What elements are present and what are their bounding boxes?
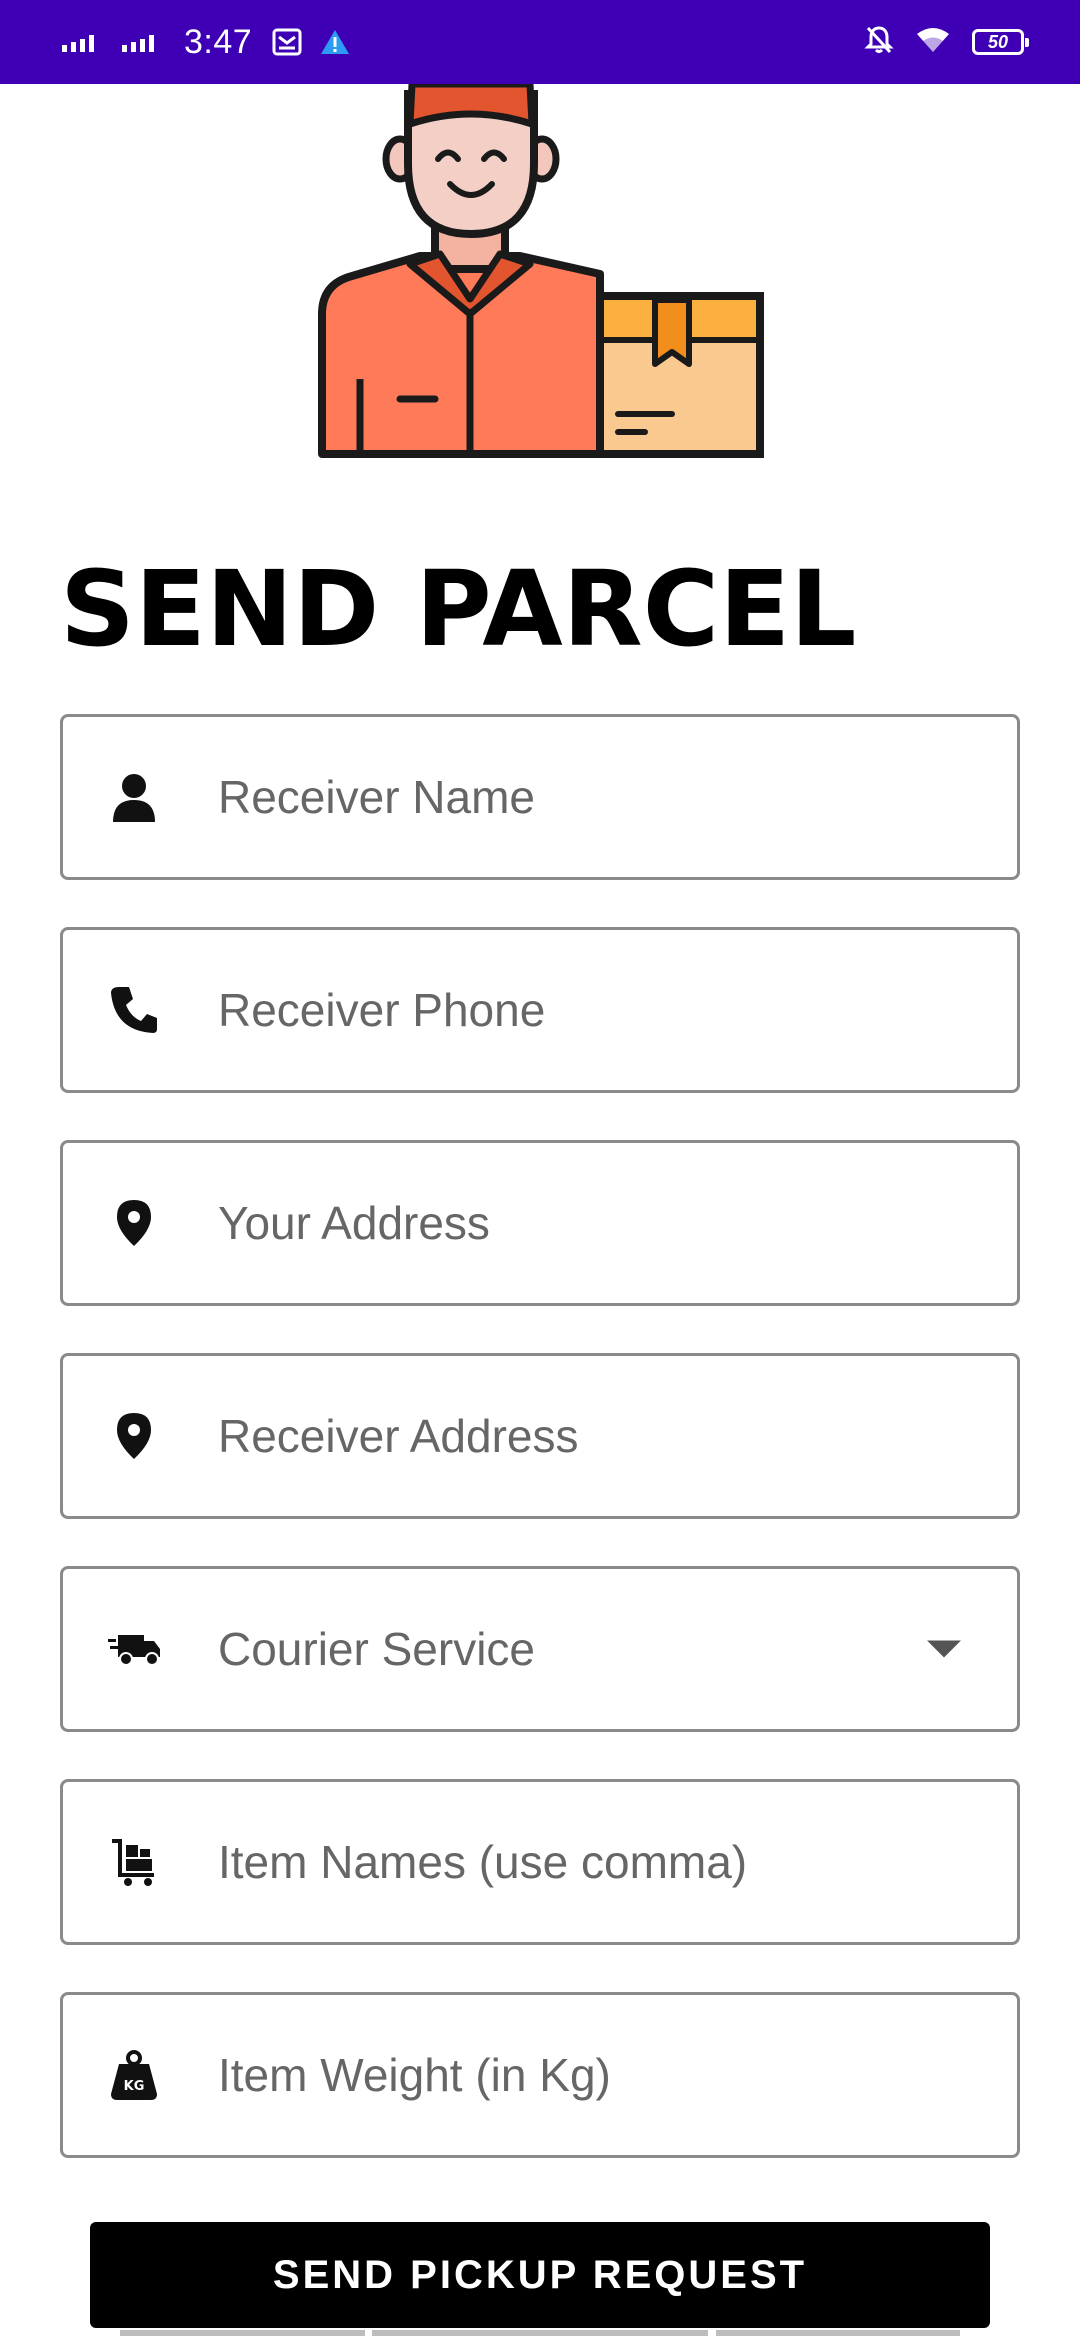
send-pickup-request-button[interactable]: SEND PICKUP REQUEST xyxy=(90,2222,990,2328)
wifi-icon xyxy=(916,26,950,59)
your-address-placeholder: Your Address xyxy=(218,1197,490,1249)
cart-icon xyxy=(107,1835,161,1889)
courier-illustration xyxy=(300,80,780,464)
location-pin-icon xyxy=(107,1196,161,1250)
receiver-name-input[interactable]: Receiver Name xyxy=(60,714,1020,880)
battery-icon: 50 xyxy=(972,29,1029,55)
person-icon xyxy=(107,770,161,824)
weight-kg-icon: KG xyxy=(107,2048,161,2102)
svg-text:KG: KG xyxy=(124,2079,145,2094)
signal-icon xyxy=(62,32,100,52)
nav-bar-segment xyxy=(120,2330,365,2336)
nav-bar-segment xyxy=(372,2330,708,2336)
signal-icon xyxy=(122,32,160,52)
nav-bar-segment xyxy=(716,2330,960,2336)
truck-icon xyxy=(107,1622,161,1676)
receiver-phone-placeholder: Receiver Phone xyxy=(218,984,546,1036)
your-address-input[interactable]: Your Address xyxy=(60,1140,1020,1306)
item-weight-placeholder: Item Weight (in Kg) xyxy=(218,2049,611,2101)
item-weight-input[interactable]: KG Item Weight (in Kg) xyxy=(60,1992,1020,2158)
page-title: SEND PARCEL xyxy=(60,548,857,670)
courier-service-value: Courier Service xyxy=(218,1623,535,1675)
bell-off-icon xyxy=(864,25,894,60)
warning-icon xyxy=(320,29,350,55)
item-names-placeholder: Item Names (use comma) xyxy=(218,1836,748,1888)
receiver-name-placeholder: Receiver Name xyxy=(218,771,535,823)
location-pin-icon xyxy=(107,1409,161,1463)
chevron-down-icon[interactable] xyxy=(927,1640,961,1658)
item-names-input[interactable]: Item Names (use comma) xyxy=(60,1779,1020,1945)
mail-icon xyxy=(272,28,302,56)
battery-level: 50 xyxy=(987,31,1009,52)
phone-icon xyxy=(107,983,161,1037)
status-bar: 3:47 50 xyxy=(0,0,1080,84)
courier-service-select[interactable]: Courier Service xyxy=(60,1566,1020,1732)
clock: 3:47 xyxy=(184,22,253,61)
receiver-address-placeholder: Receiver Address xyxy=(218,1410,579,1462)
receiver-address-input[interactable]: Receiver Address xyxy=(60,1353,1020,1519)
receiver-phone-input[interactable]: Receiver Phone xyxy=(60,927,1020,1093)
